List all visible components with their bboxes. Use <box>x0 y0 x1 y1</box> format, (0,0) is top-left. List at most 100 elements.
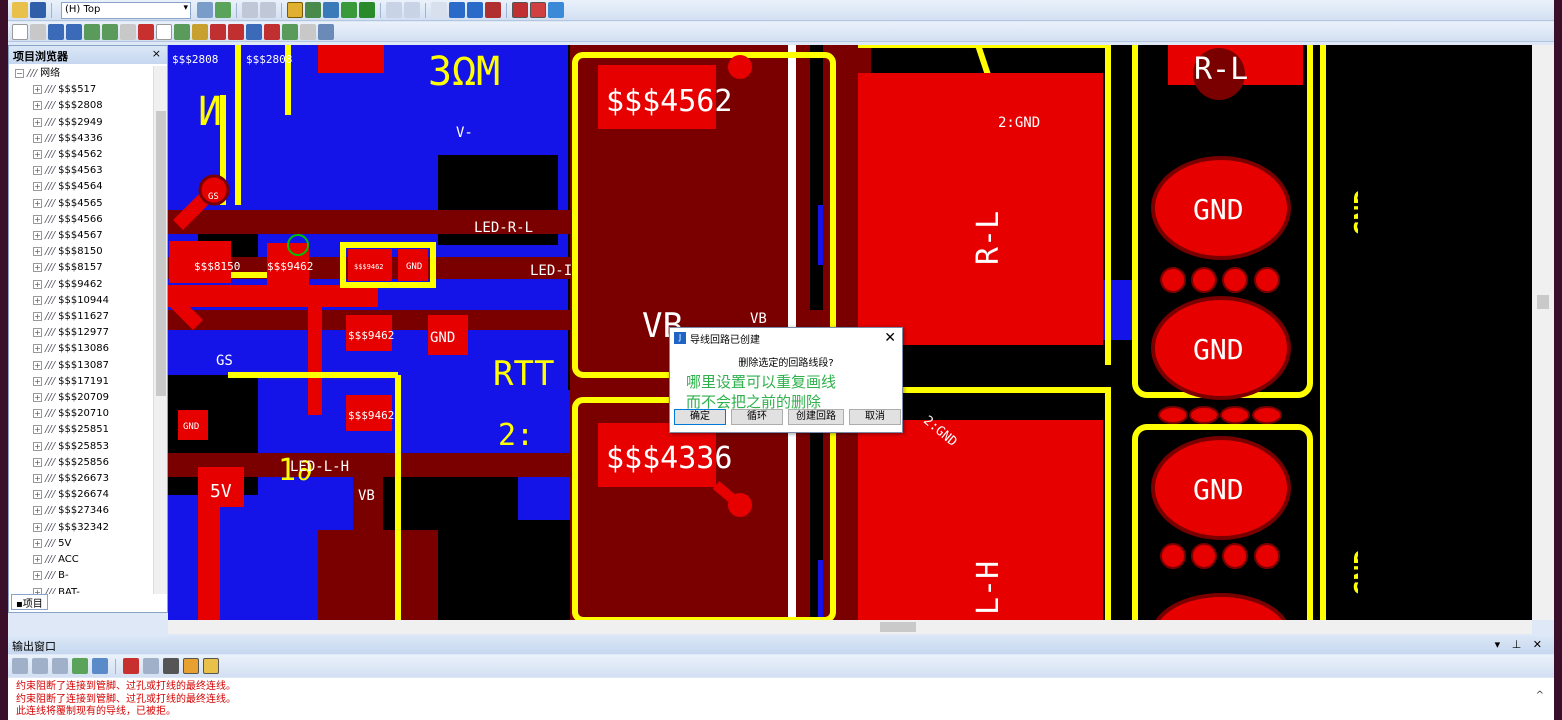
tree-item-net[interactable]: +///$$$2808 <box>9 98 153 114</box>
tree-item-net[interactable]: +///BAT- <box>9 585 153 594</box>
board-icon[interactable] <box>323 2 339 18</box>
find-icon[interactable] <box>163 658 179 674</box>
tree-item-net[interactable]: +///$$$25853 <box>9 439 153 455</box>
undo-icon[interactable] <box>386 2 402 18</box>
expand-icon[interactable]: + <box>33 214 42 224</box>
tree-root-nets[interactable]: −///网络 <box>9 66 153 82</box>
collapse-icon[interactable]: − <box>15 69 24 78</box>
window-icon[interactable] <box>530 2 546 18</box>
canvas-horizontal-scrollbar[interactable] <box>168 620 1532 634</box>
trace-icon[interactable] <box>48 23 64 40</box>
expand-icon[interactable]: + <box>33 295 42 305</box>
tree-item-net[interactable]: +///ACC <box>9 552 153 568</box>
tree-item-net[interactable]: +///$$$20709 <box>9 390 153 406</box>
tree-item-net[interactable]: +///$$$32342 <box>9 520 153 536</box>
tree-item-net[interactable]: +///B- <box>9 568 153 584</box>
tree-item-net[interactable]: +///$$$4567 <box>9 228 153 244</box>
tree-item-net[interactable]: +///$$$12977 <box>9 325 153 341</box>
close-icon[interactable]: ✕ <box>884 330 896 346</box>
tree-item-net[interactable]: +///$$$17191 <box>9 374 153 390</box>
expand-icon[interactable]: + <box>33 101 42 111</box>
text-icon[interactable] <box>156 23 172 40</box>
tree-item-net[interactable]: +///$$$27346 <box>9 503 153 519</box>
expand-icon[interactable]: + <box>33 231 42 241</box>
save-icon[interactable] <box>30 2 46 18</box>
expand-icon[interactable]: + <box>33 182 42 192</box>
project-tab[interactable]: ▪项目 <box>11 594 48 610</box>
tree-item-net[interactable]: +///$$$10944 <box>9 293 153 309</box>
tree-item-net[interactable]: +///$$$4566 <box>9 212 153 228</box>
expand-icon[interactable]: + <box>33 117 42 127</box>
library-icon[interactable] <box>192 23 208 40</box>
create-loop-button[interactable]: 创建回路 <box>788 409 844 425</box>
pad-icon[interactable] <box>102 23 118 40</box>
highlight-icon[interactable] <box>183 658 199 674</box>
chevron-up-icon[interactable]: ^ <box>1536 690 1544 703</box>
tree-item-net[interactable]: +///$$$25856 <box>9 455 153 471</box>
copy-icon[interactable] <box>242 2 258 18</box>
layers-icon[interactable] <box>548 2 564 18</box>
cycle-button[interactable]: 循环 <box>731 409 783 425</box>
tree-scrollbar[interactable] <box>153 66 167 594</box>
tree-item-net[interactable]: +///$$$4562 <box>9 147 153 163</box>
tree-item-net[interactable]: +///$$$4563 <box>9 163 153 179</box>
drill-icon[interactable] <box>282 23 298 40</box>
scrollbar-thumb[interactable] <box>1537 295 1549 309</box>
delete-icon[interactable] <box>123 658 139 674</box>
expand-icon[interactable]: + <box>33 360 42 370</box>
expand-icon[interactable]: + <box>33 198 42 208</box>
stop-icon[interactable] <box>52 658 68 674</box>
expand-icon[interactable]: + <box>33 376 42 386</box>
canvas-vertical-scrollbar[interactable] <box>1532 45 1554 620</box>
tree-item-net[interactable]: +///$$$13086 <box>9 341 153 357</box>
forward-icon[interactable] <box>32 658 48 674</box>
expand-icon[interactable]: + <box>33 263 42 273</box>
list-icon[interactable] <box>318 23 334 40</box>
expand-icon[interactable]: + <box>33 555 42 565</box>
list-icon[interactable] <box>203 658 219 674</box>
expand-icon[interactable]: + <box>33 150 42 160</box>
tree-item-net[interactable]: +///$$$9462 <box>9 277 153 293</box>
expand-icon[interactable]: + <box>33 166 42 176</box>
tree-item-net[interactable]: +///$$$20710 <box>9 406 153 422</box>
expand-icon[interactable]: + <box>33 538 42 548</box>
stop-icon[interactable] <box>138 23 154 40</box>
expand-icon[interactable]: + <box>33 441 42 451</box>
tree-item-net[interactable]: +///$$$4565 <box>9 196 153 212</box>
keepout-icon[interactable] <box>228 23 244 40</box>
tree-item-net[interactable]: +///$$$25851 <box>9 422 153 438</box>
paste-icon[interactable] <box>260 2 276 18</box>
close-icon[interactable]: × <box>152 47 161 60</box>
expand-icon[interactable]: + <box>33 85 42 95</box>
layer-settings-icon[interactable] <box>197 2 213 18</box>
expand-icon[interactable]: + <box>33 506 42 516</box>
verify-icon[interactable] <box>485 2 501 18</box>
route-icon[interactable] <box>287 2 303 18</box>
window-controls[interactable]: ▾ ⊥ ✕ <box>1495 638 1546 651</box>
expand-icon[interactable]: + <box>33 474 42 484</box>
expand-icon[interactable]: + <box>33 409 42 419</box>
expand-icon[interactable]: + <box>33 133 42 143</box>
refresh-icon[interactable] <box>72 658 88 674</box>
tree-item-net[interactable]: +///$$$2949 <box>9 115 153 131</box>
tree-item-net[interactable]: +///$$$4564 <box>9 179 153 195</box>
expand-icon[interactable]: + <box>33 490 42 500</box>
expand-icon[interactable]: + <box>33 279 42 289</box>
tree-item-net[interactable]: +///$$$11627 <box>9 309 153 325</box>
open-folder-icon[interactable] <box>12 2 28 18</box>
expand-icon[interactable]: + <box>33 328 42 338</box>
copper-icon[interactable] <box>84 23 100 40</box>
cancel-button[interactable]: 取消 <box>849 409 901 425</box>
component-icon[interactable] <box>359 2 375 18</box>
plane-icon[interactable] <box>264 23 280 40</box>
redo-icon[interactable] <box>404 2 420 18</box>
scrollbar-thumb[interactable] <box>156 111 166 396</box>
scrollbar-thumb[interactable] <box>880 622 916 632</box>
ok-button[interactable]: 确定 <box>674 409 726 425</box>
tree-item-net[interactable]: +///$$$4336 <box>9 131 153 147</box>
back-icon[interactable] <box>12 658 28 674</box>
expand-icon[interactable]: + <box>33 425 42 435</box>
dimension-icon[interactable] <box>174 23 190 40</box>
flag-icon[interactable] <box>210 23 226 40</box>
tree-item-net[interactable]: +///$$$517 <box>9 82 153 98</box>
